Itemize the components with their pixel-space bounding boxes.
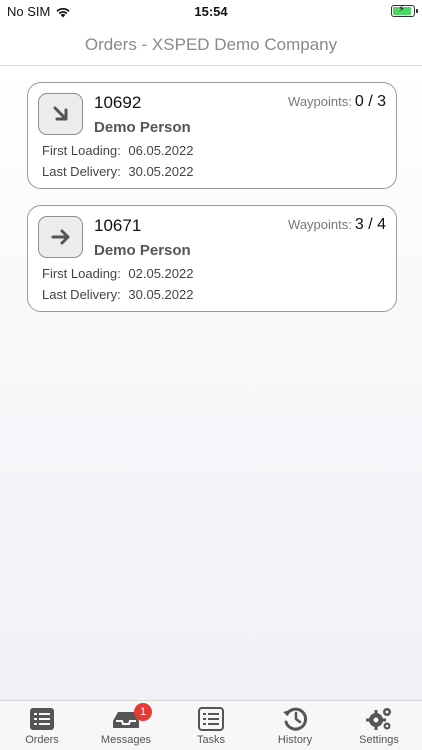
tasks-list-icon — [198, 707, 224, 731]
order-number: 10692 — [94, 93, 142, 112]
waypoints-label: Waypoints: — [288, 94, 352, 109]
waypoints-value: 3 / 4 — [354, 216, 386, 233]
arrow-right-icon — [51, 229, 69, 245]
waypoints-label: Waypoints: — [288, 217, 352, 232]
tab-history[interactable]: History — [253, 706, 337, 750]
order-direction-button[interactable] — [38, 216, 83, 258]
order-card[interactable]: 10692 Demo Person Waypoints: 0 / 3 First … — [27, 82, 397, 189]
first-loading-label: First Loading: — [42, 143, 121, 158]
last-delivery-row: Last Delivery: 30.05.2022 — [42, 164, 193, 179]
inbox-icon-wrap: 1 — [112, 703, 152, 732]
page-title: Orders - XSPED Demo Company — [84, 34, 338, 54]
waypoints-value: 0 / 3 — [354, 93, 386, 110]
list-icon — [30, 708, 54, 730]
tab-label: Orders — [25, 734, 59, 746]
first-loading-row: First Loading: 02.05.2022 — [42, 266, 193, 281]
battery-icon: ⚡ — [391, 4, 418, 17]
tab-bar: Orders 1 Messages Tasks History Settings — [0, 700, 422, 750]
order-number: 10671 — [94, 216, 142, 235]
status-bar: No SIM 15:54 ⚡ — [0, 0, 422, 24]
status-time: 15:54 — [194, 4, 228, 19]
order-person: Demo Person — [94, 242, 191, 259]
gears-icon — [366, 708, 391, 730]
waypoints: Waypoints: 0 / 3 — [288, 93, 386, 111]
history-icon — [283, 707, 308, 731]
message-badge: 1 — [134, 703, 152, 721]
tab-label: Messages — [100, 734, 152, 746]
tab-tasks[interactable]: Tasks — [169, 706, 253, 750]
order-card[interactable]: 10671 Demo Person Waypoints: 3 / 4 First … — [27, 205, 397, 312]
tab-messages[interactable]: 1 Messages — [84, 703, 168, 750]
last-delivery-label: Last Delivery: — [42, 287, 121, 302]
waypoints: Waypoints: 3 / 4 — [288, 216, 386, 234]
last-delivery-value: 30.05.2022 — [128, 287, 194, 302]
first-loading-row: First Loading: 06.05.2022 — [42, 143, 193, 158]
first-loading-value: 02.05.2022 — [128, 266, 194, 281]
order-direction-button[interactable] — [38, 93, 83, 135]
tab-orders[interactable]: Orders — [0, 706, 84, 750]
last-delivery-row: Last Delivery: 30.05.2022 — [42, 287, 193, 302]
arrow-down-right-icon — [53, 106, 67, 121]
tab-label: Tasks — [196, 734, 226, 746]
tab-label: History — [277, 734, 313, 746]
tab-label: Settings — [359, 734, 399, 746]
first-loading-value: 06.05.2022 — [128, 143, 194, 158]
charging-icon: ⚡ — [398, 4, 406, 15]
last-delivery-label: Last Delivery: — [42, 164, 121, 179]
nav-bar: Orders - XSPED Demo Company — [0, 24, 422, 66]
order-person: Demo Person — [94, 119, 191, 136]
tab-settings[interactable]: Settings — [337, 706, 421, 750]
last-delivery-value: 30.05.2022 — [128, 164, 194, 179]
first-loading-label: First Loading: — [42, 266, 121, 281]
